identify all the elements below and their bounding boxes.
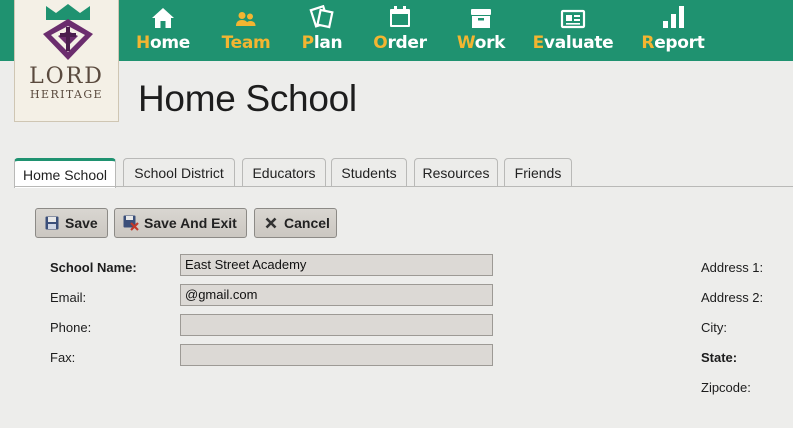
page-title: Home School: [138, 78, 357, 119]
save-and-exit-button-label: Save And Exit: [144, 215, 237, 231]
address1-label: Address 1:: [701, 260, 764, 275]
tab-resources[interactable]: Resources: [414, 158, 498, 187]
nav-label-rest: valuate: [543, 33, 614, 53]
tab-educators[interactable]: Educators: [242, 158, 326, 187]
school-name-field[interactable]: East Street Academy: [180, 254, 493, 276]
nav-label-rest: lan: [313, 33, 343, 53]
save-button[interactable]: Save: [35, 208, 108, 238]
tab-divider: [14, 186, 793, 187]
calendar-icon: [388, 5, 412, 29]
save-exit-icon: [123, 215, 139, 231]
tab-friends[interactable]: Friends: [504, 158, 572, 187]
phone-field[interactable]: [180, 314, 493, 336]
nav-label-first: P: [301, 33, 314, 53]
fax-field[interactable]: [180, 344, 493, 366]
lord-heritage-logo[interactable]: LORD HERITAGE: [14, 0, 119, 122]
nav-item-report[interactable]: Report: [641, 0, 705, 61]
email-field[interactable]: @gmail.com: [180, 284, 493, 306]
team-icon: [235, 5, 257, 29]
nav-label-first: R: [641, 33, 655, 53]
nav-item-order[interactable]: Order: [373, 0, 427, 61]
zipcode-label: Zipcode:: [701, 380, 751, 395]
school-name-label: School Name:: [50, 260, 137, 275]
nav-label-rest: ork: [474, 33, 506, 53]
nav-label-first: O: [373, 33, 388, 53]
tab-students[interactable]: Students: [331, 158, 407, 187]
address2-label: Address 2:: [701, 290, 764, 305]
nav-label-first: T: [221, 33, 231, 53]
cancel-button-label: Cancel: [284, 215, 330, 231]
cancel-button[interactable]: Cancel: [254, 208, 337, 238]
logo-text-lord: LORD: [29, 64, 104, 89]
nav-item-home[interactable]: Home: [136, 0, 190, 61]
id-card-icon: [560, 5, 586, 29]
floppy-disk-icon: [44, 215, 60, 231]
bar-chart-icon: [660, 5, 686, 29]
crown-shield-icon: [43, 4, 93, 60]
nav-label-first: W: [456, 33, 475, 53]
phone-label: Phone:: [50, 320, 92, 335]
plan-icon: [309, 5, 335, 29]
save-button-label: Save: [65, 215, 98, 231]
save-and-exit-button[interactable]: Save And Exit: [114, 208, 247, 238]
nav-item-evaluate[interactable]: Evaluate: [532, 0, 614, 61]
nav-item-work[interactable]: Work: [456, 0, 506, 61]
close-icon: [263, 215, 279, 231]
fax-label: Fax:: [50, 350, 76, 365]
city-label: City:: [701, 320, 727, 335]
email-label: Email:: [50, 290, 87, 305]
nav-item-team[interactable]: Team: [221, 0, 271, 61]
nav-label-rest: ome: [149, 33, 190, 53]
state-label: State:: [701, 350, 738, 365]
home-icon: [151, 5, 175, 29]
tab-home-school[interactable]: Home School: [14, 158, 116, 188]
nav-item-plan[interactable]: Plan: [301, 0, 343, 61]
nav-label-rest: eport: [654, 33, 705, 53]
logo-text-heritage: HERITAGE: [30, 88, 103, 101]
nav-label-first: E: [532, 33, 545, 53]
nav-label-first: H: [136, 33, 150, 53]
work-box-icon: [469, 5, 493, 29]
nav-label-rest: eam: [230, 33, 271, 53]
tab-school-district[interactable]: School District: [123, 158, 235, 187]
nav-label-rest: rder: [387, 33, 427, 53]
